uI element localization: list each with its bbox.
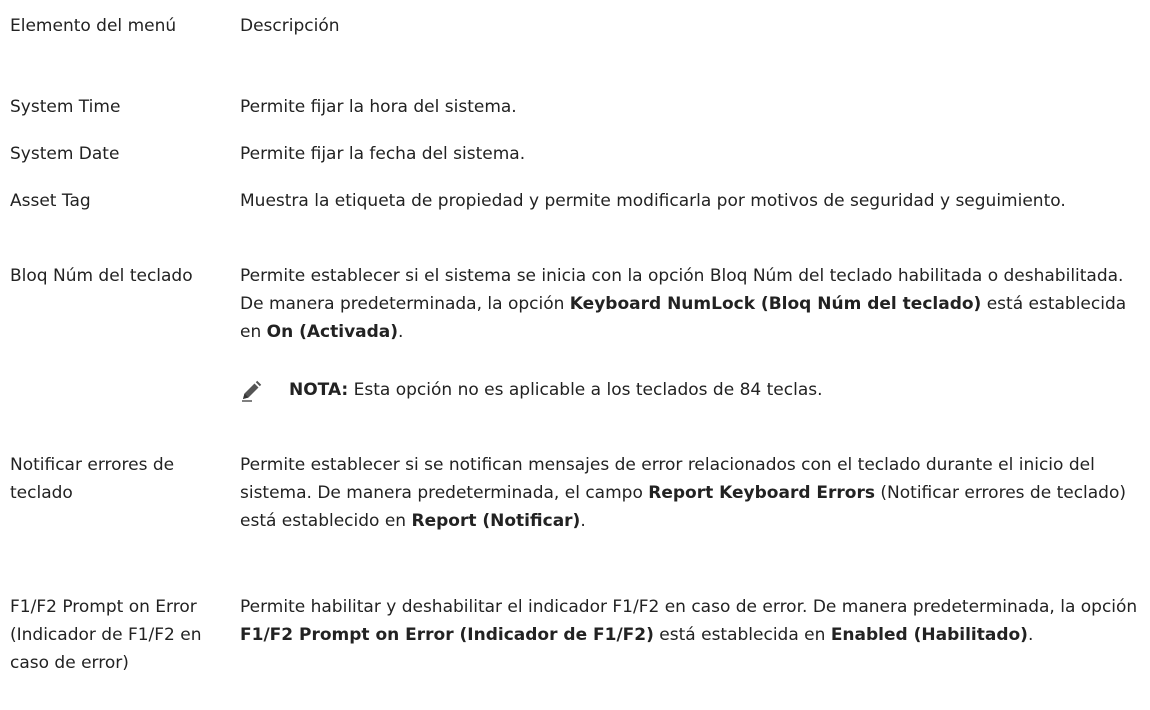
- bios-settings-table: Elemento del menú Descripción System Tim…: [0, 0, 1150, 710]
- f1f2-default-value: Enabled (Habilitado): [830, 625, 1028, 645]
- keyboard-errors-default-value: Report (Notificar): [411, 511, 581, 531]
- f1f2-option-name: F1/F2 Prompt on Error (Indicador de F1/F…: [240, 625, 654, 645]
- term-numlock: Bloq Núm del teclado: [10, 266, 193, 286]
- term-f1f2-prompt: F1/F2 Prompt on Error (Indicador de F1/F…: [10, 597, 202, 673]
- term-keyboard-errors: Notificar errores de teclado: [10, 455, 175, 503]
- header-menu-item: Elemento del menú: [10, 16, 177, 36]
- desc-numlock: Permite establecer si el sistema se inic…: [240, 266, 1127, 342]
- desc-keyboard-errors: Permite establecer si se notifican mensa…: [240, 455, 1126, 531]
- desc-f1f2-prompt: Permite habilitar y deshabilitar el indi…: [240, 597, 1138, 645]
- desc-system-date: Permite fijar la fecha del sistema.: [240, 144, 526, 164]
- header-description: Descripción: [240, 16, 340, 36]
- term-asset-tag: Asset Tag: [10, 191, 91, 211]
- numlock-default-value: On (Activada): [266, 322, 399, 342]
- numlock-option-name: Keyboard NumLock (Bloq Núm del teclado): [569, 294, 982, 314]
- desc-asset-tag: Muestra la etiqueta de propiedad y permi…: [240, 191, 1066, 211]
- keyboard-errors-option-name: Report Keyboard Errors: [648, 483, 875, 503]
- note-text: Esta opción no es aplicable a los teclad…: [348, 380, 823, 400]
- term-system-time: System Time: [10, 97, 121, 117]
- note-label: NOTA:: [289, 380, 349, 400]
- pencil-icon: [240, 380, 262, 402]
- term-system-date: System Date: [10, 144, 120, 164]
- note-callout: NOTA: Esta opción no es aplicable a los …: [240, 376, 1140, 404]
- desc-system-time: Permite fijar la hora del sistema.: [240, 97, 517, 117]
